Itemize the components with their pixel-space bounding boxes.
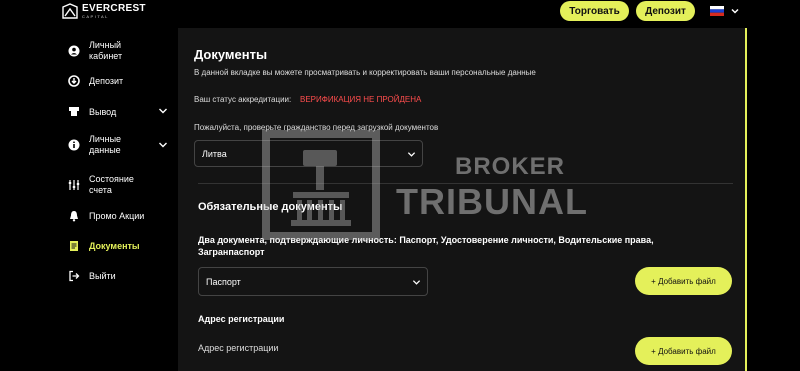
deposit-button[interactable]: Депозит bbox=[636, 1, 695, 21]
evercrest-logo-icon bbox=[62, 3, 78, 19]
address-field-label: Адрес регистрации bbox=[198, 343, 279, 353]
sidebar-item-label: Вывод bbox=[89, 107, 117, 117]
info-icon bbox=[68, 139, 80, 151]
logo-sub: CAPITAL bbox=[82, 13, 109, 19]
logo[interactable]: EVERCREST CAPITAL bbox=[62, 3, 146, 19]
top-bar: EVERCREST CAPITAL Торговать Депозит bbox=[0, 0, 800, 24]
logo-name: EVERCREST bbox=[82, 2, 146, 14]
bell-icon bbox=[70, 211, 78, 222]
sidebar-item-withdraw[interactable]: Вывод bbox=[60, 104, 176, 118]
chevron-down-icon bbox=[412, 279, 421, 285]
sidebar-item-account-status[interactable]: Состояние счета bbox=[60, 172, 176, 198]
withdraw-icon bbox=[69, 107, 79, 116]
panel-accent-border bbox=[745, 28, 747, 371]
sidebar-item-label: Документы bbox=[89, 241, 140, 251]
sidebar-item-label: Состояние счета bbox=[89, 174, 134, 195]
sidebar-item-label: Личные данные bbox=[89, 134, 122, 155]
watermark-tribunal: TRIBUNAL bbox=[396, 181, 588, 222]
document-icon bbox=[70, 241, 78, 251]
user-icon bbox=[68, 45, 80, 57]
russia-flag-icon[interactable] bbox=[710, 6, 724, 16]
sidebar-item-deposit[interactable]: Депозит bbox=[60, 74, 176, 88]
add-address-file-button[interactable]: + Добавить файл bbox=[635, 337, 732, 365]
sidebar-item-label: Депозит bbox=[89, 76, 124, 86]
sidebar-item-label: Выйти bbox=[89, 271, 116, 281]
chevron-down-icon bbox=[407, 151, 416, 157]
watermark-broker: BROKER bbox=[455, 153, 566, 180]
gavel-icon bbox=[291, 150, 351, 226]
sliders-icon bbox=[68, 180, 80, 190]
accreditation-status-label: Ваш статус аккредитации: bbox=[194, 95, 292, 104]
country-select-value: Литва bbox=[202, 148, 227, 159]
deposit-icon bbox=[68, 75, 80, 87]
chevron-down-icon[interactable] bbox=[158, 140, 168, 150]
document-type-select[interactable]: Паспорт bbox=[198, 267, 428, 296]
sidebar-item-label: Промо Акции bbox=[89, 211, 145, 221]
sidebar-item-logout[interactable]: Выйти bbox=[60, 269, 176, 283]
sidebar-item-label: Личный кабинет bbox=[89, 40, 123, 61]
trade-button[interactable]: Торговать bbox=[560, 1, 629, 21]
chevron-down-icon[interactable] bbox=[158, 106, 168, 116]
sidebar-item-documents[interactable]: Документы bbox=[60, 239, 176, 253]
chevron-down-icon[interactable] bbox=[730, 6, 740, 16]
accreditation-status-value: ВЕРИФИКАЦИЯ НЕ ПРОЙДЕНА bbox=[300, 95, 422, 104]
page-title: Документы bbox=[194, 47, 268, 62]
page-subtitle: В данной вкладке вы можете просматривать… bbox=[194, 68, 536, 77]
address-section-title: Адрес регистрации bbox=[198, 314, 285, 324]
add-identity-file-button[interactable]: + Добавить файл bbox=[635, 267, 732, 295]
sidebar-item-account[interactable]: Личный кабинет bbox=[60, 38, 176, 64]
document-type-select-value: Паспорт bbox=[206, 276, 241, 287]
sidebar-item-promo[interactable]: Промо Акции bbox=[60, 209, 176, 223]
logout-icon bbox=[69, 270, 80, 282]
sidebar-item-personal-data[interactable]: Личные данные bbox=[60, 132, 176, 158]
